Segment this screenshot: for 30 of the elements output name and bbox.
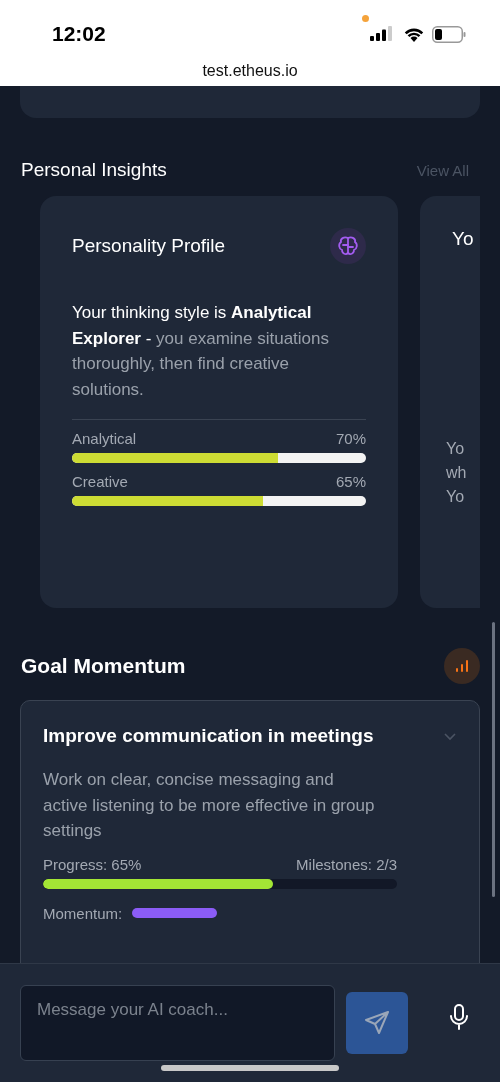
trait-label: Creative bbox=[72, 473, 128, 490]
milestones-label: Milestones: 2/3 bbox=[296, 855, 397, 873]
indicator-dot-icon bbox=[362, 15, 369, 22]
clock-time: 12:02 bbox=[52, 22, 106, 46]
card-title: Yo bbox=[452, 228, 475, 250]
send-button[interactable] bbox=[346, 992, 408, 1054]
view-all-link[interactable]: View All bbox=[416, 161, 469, 179]
send-icon bbox=[364, 1010, 390, 1036]
page-address: test.etheus.io bbox=[202, 62, 298, 80]
trait-percent: 65% bbox=[335, 473, 366, 490]
wifi-icon bbox=[404, 26, 424, 42]
message-input[interactable]: Message your AI coach... bbox=[20, 985, 335, 1061]
brain-icon bbox=[330, 228, 366, 264]
card-text: Yo bbox=[446, 488, 465, 506]
chevron-icon[interactable] bbox=[443, 731, 457, 741]
section-title: Goal Momentum bbox=[21, 654, 186, 678]
trait-label: Analytical bbox=[72, 430, 137, 447]
description-text: Your thinking style is Analytical Explorer - you examine situations thoroughly, then find creative solutions. bbox=[72, 300, 366, 420]
section-title: Personal Insights bbox=[21, 159, 167, 181]
card-text: Yo bbox=[446, 440, 465, 458]
trait-percent: 70% bbox=[335, 430, 366, 447]
bar-chart-icon bbox=[444, 648, 480, 684]
progress-label: Progress: 65% bbox=[43, 855, 142, 873]
battery-icon bbox=[432, 25, 466, 43]
microphone-icon[interactable] bbox=[449, 1004, 469, 1030]
goal-title: Improve communication in meetings bbox=[43, 725, 374, 747]
card-text: wh bbox=[446, 464, 467, 482]
momentum-label: Momentum: bbox=[43, 904, 123, 922]
goal-description: Work on clear, concise messaging and active listening to be more effective in group settings bbox=[43, 769, 376, 842]
card-title: Personality Profile bbox=[72, 235, 226, 257]
